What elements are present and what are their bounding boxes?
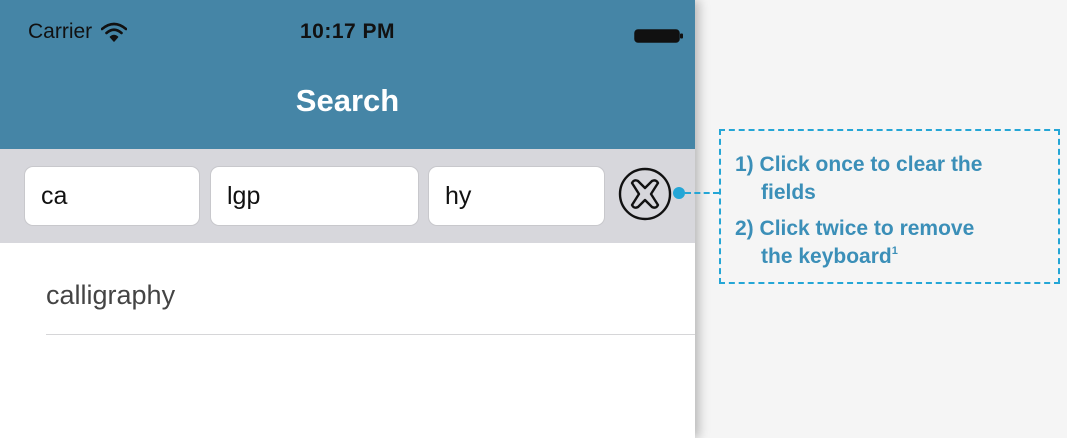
step-2-line-2: the keyboard1 — [735, 243, 974, 271]
step-1-number: 1) — [735, 153, 754, 176]
step-2-line-1: Click twice to remove — [759, 217, 975, 240]
step-1-line-2: fields — [761, 181, 816, 204]
annotation-connector — [685, 192, 719, 194]
callout-step-2: 2) Click twice to remove the keyboard1 — [735, 215, 974, 271]
carrier-indicator: Carrier — [28, 20, 128, 44]
callout-step-1: 1) Click once to clear the fields — [735, 151, 982, 207]
footnote-marker: 1 — [891, 245, 898, 257]
page-title: Search — [295, 83, 400, 118]
step-1-line-1: Click once to clear the — [759, 153, 983, 176]
annotation-dot — [673, 187, 685, 199]
step-2-line-2-text: the keyboard — [761, 245, 892, 268]
wifi-icon — [101, 22, 128, 42]
carrier-label: Carrier — [28, 20, 93, 43]
phone-screen: Carrier 10:17 PM Search calligraphy — [0, 0, 695, 438]
search-field-middle[interactable] — [210, 166, 419, 226]
annotation-callout: 1) Click once to clear the fields 2) Cli… — [719, 129, 1060, 284]
search-field-end[interactable] — [428, 166, 605, 226]
clear-x-circle-icon[interactable] — [615, 164, 675, 224]
status-bar: Carrier 10:17 PM — [0, 0, 695, 43]
battery-icon — [634, 29, 683, 43]
search-field-start[interactable] — [24, 166, 200, 226]
result-label: calligraphy — [46, 280, 176, 310]
list-item[interactable]: calligraphy — [46, 262, 695, 335]
step-2-number: 2) — [735, 217, 754, 240]
navigation-bar: Carrier 10:17 PM Search — [0, 0, 695, 149]
clock: 10:17 PM — [300, 20, 396, 43]
